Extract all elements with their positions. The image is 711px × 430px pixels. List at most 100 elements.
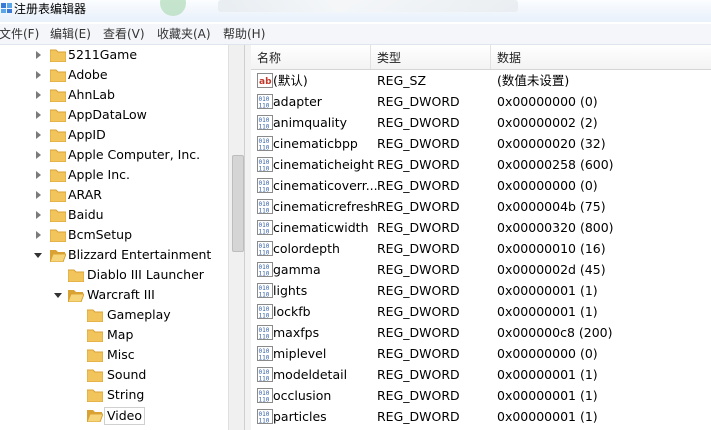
folder-icon	[87, 329, 103, 342]
value-type: REG_DWORD	[377, 262, 460, 277]
value-name: gamma	[273, 262, 321, 277]
tree-item-appdatalow[interactable]: AppDataLow	[0, 105, 228, 125]
string-value-icon: ab	[257, 73, 273, 88]
binary-value-icon: 010110	[257, 304, 273, 319]
menu-view[interactable]: 查看(V)	[103, 27, 145, 41]
binary-value-icon: 010110	[257, 220, 273, 235]
tree-item-map[interactable]: Map	[0, 325, 228, 345]
binary-value-icon: 010110	[257, 115, 273, 130]
tree-item-bcmsetup[interactable]: BcmSetup	[0, 225, 228, 245]
value-type: REG_DWORD	[377, 94, 460, 109]
binary-value-icon: 010110	[257, 325, 273, 340]
folder-icon	[50, 189, 66, 202]
tree-item-video[interactable]: Video	[0, 405, 228, 425]
folder-icon	[50, 169, 66, 182]
key-tree[interactable]: 5211Game Adobe AhnLab AppDataLow AppID A…	[0, 45, 244, 430]
expand-arrow-icon[interactable]	[36, 91, 41, 99]
tree-item-5211game[interactable]: 5211Game	[0, 45, 228, 65]
value-data: 0x00000001 (1)	[497, 304, 598, 319]
value-type: REG_DWORD	[377, 367, 460, 382]
value-name: modeldetail	[273, 367, 348, 382]
tree-item-apple-inc[interactable]: Apple Inc.	[0, 165, 228, 185]
scrollbar-thumb[interactable]	[232, 155, 244, 252]
table-row[interactable]: 010 110 cinematicoverr... REG_DWORD 0x000000…	[251, 175, 711, 196]
menu-file[interactable]: 文件(F)	[0, 27, 39, 41]
expand-arrow-icon[interactable]	[36, 171, 41, 179]
tree-item-gameplay[interactable]: Gameplay	[0, 305, 228, 325]
table-row[interactable]: 010 110 particles REG_DWORD 0x00000001 (1)	[251, 406, 711, 427]
tree-item-string[interactable]: String	[0, 385, 228, 405]
table-row[interactable]: 010 110 cinematicwidth REG_DWORD 0x00000320 …	[251, 217, 711, 238]
column-divider[interactable]	[370, 45, 371, 69]
expand-arrow-icon[interactable]	[36, 151, 41, 159]
expand-arrow-icon[interactable]	[36, 231, 41, 239]
table-row[interactable]: 010 110 gamma REG_DWORD 0x0000002d (45)	[251, 259, 711, 280]
svg-text:110: 110	[259, 334, 270, 341]
table-row[interactable]: 010 110 lockfb REG_DWORD 0x00000001 (1)	[251, 301, 711, 322]
menu-edit[interactable]: 编辑(E)	[50, 27, 91, 41]
collapse-arrow-icon[interactable]	[34, 253, 42, 258]
tree-item-appid[interactable]: AppID	[0, 125, 228, 145]
tree-item-warcraft-iii[interactable]: Warcraft III	[0, 285, 228, 305]
tree-item-misc[interactable]: Misc	[0, 345, 228, 365]
tree-item-diablo-launcher[interactable]: Diablo III Launcher	[0, 265, 228, 285]
menu-favorites[interactable]: 收藏夹(A)	[157, 27, 211, 41]
svg-text:110: 110	[259, 145, 270, 152]
value-name: particles	[273, 409, 327, 424]
value-type: REG_DWORD	[377, 136, 460, 151]
tree-item-label: Gameplay	[107, 307, 171, 322]
value-data: (数值未设置)	[497, 73, 570, 88]
binary-value-icon: 010110	[257, 157, 273, 172]
tree-item-ahnlab[interactable]: AhnLab	[0, 85, 228, 105]
table-row[interactable]: 010 110 animquality REG_DWORD 0x00000002 (2)	[251, 112, 711, 133]
tree-scrollbar[interactable]	[228, 45, 245, 430]
expand-arrow-icon[interactable]	[36, 211, 41, 219]
value-type: REG_DWORD	[377, 388, 460, 403]
value-type: REG_SZ	[377, 73, 427, 88]
value-data: 0x00000320 (800)	[497, 220, 614, 235]
table-row[interactable]: 010 110 cinematicrefresh REG_DWORD 0x0000004…	[251, 196, 711, 217]
tree-item-adobe[interactable]: Adobe	[0, 65, 228, 85]
expand-arrow-icon[interactable]	[36, 131, 41, 139]
table-row[interactable]: 010 110 colordepth REG_DWORD 0x00000010 (16)	[251, 238, 711, 259]
column-header-data[interactable]: 数据	[497, 51, 521, 65]
collapse-arrow-icon[interactable]	[54, 293, 62, 298]
table-row[interactable]: 010 110 occlusion REG_DWORD 0x00000001 (1)	[251, 385, 711, 406]
tree-item-blizzard[interactable]: Blizzard Entertainment	[0, 245, 228, 265]
folder-icon	[50, 89, 66, 102]
table-row[interactable]: 010 110 cinematicheight REG_DWORD 0x00000258…	[251, 154, 711, 175]
tree-item-arar[interactable]: ARAR	[0, 185, 228, 205]
expand-arrow-icon[interactable]	[36, 71, 41, 79]
expand-arrow-icon[interactable]	[36, 111, 41, 119]
tree-item-apple-computer[interactable]: Apple Computer, Inc.	[0, 145, 228, 165]
column-divider[interactable]	[490, 45, 491, 69]
tree-item-sound[interactable]: Sound	[0, 365, 228, 385]
table-row[interactable]: 010 110 maxfps REG_DWORD 0x000000c8 (200)	[251, 322, 711, 343]
tree-item-baidu[interactable]: Baidu	[0, 205, 228, 225]
value-data: 0x00000020 (32)	[497, 136, 606, 151]
svg-text:110: 110	[259, 397, 270, 404]
menu-help[interactable]: 帮助(H)	[223, 27, 265, 41]
column-header-name[interactable]: 名称	[257, 51, 281, 65]
expand-arrow-icon[interactable]	[36, 51, 41, 59]
svg-text:110: 110	[259, 166, 270, 173]
tree-item-label: String	[107, 387, 145, 402]
table-row[interactable]: 010 110 modeldetail REG_DWORD 0x00000001 (1)	[251, 364, 711, 385]
table-row[interactable]: 010 110 lights REG_DWORD 0x00000001 (1)	[251, 280, 711, 301]
table-row[interactable]: 010 110 cinematicbpp REG_DWORD 0x00000020 (3…	[251, 133, 711, 154]
expand-arrow-icon[interactable]	[36, 191, 41, 199]
value-data: 0x000000c8 (200)	[497, 325, 613, 340]
tree-item-label: Apple Computer, Inc.	[68, 147, 201, 162]
value-name: occlusion	[273, 388, 332, 403]
svg-text:110: 110	[259, 292, 270, 299]
tree-item-label: BcmSetup	[68, 227, 133, 242]
value-type: REG_DWORD	[377, 241, 460, 256]
table-row[interactable]: 010 110 adapter REG_DWORD 0x00000000 (0)	[251, 91, 711, 112]
binary-value-icon: 010110	[257, 262, 273, 277]
binary-value-icon: 010110	[257, 136, 273, 151]
column-header-type[interactable]: 类型	[377, 51, 401, 65]
table-row[interactable]: ab (默认) REG_SZ (数值未设置)	[251, 70, 711, 91]
values-list[interactable]: 名称 类型 数据 ab (默认) REG_SZ (数值未设置) 010 110 adapte…	[251, 45, 711, 430]
table-row[interactable]: 010 110 miplevel REG_DWORD 0x00000000 (0)	[251, 343, 711, 364]
svg-text:110: 110	[259, 376, 270, 383]
